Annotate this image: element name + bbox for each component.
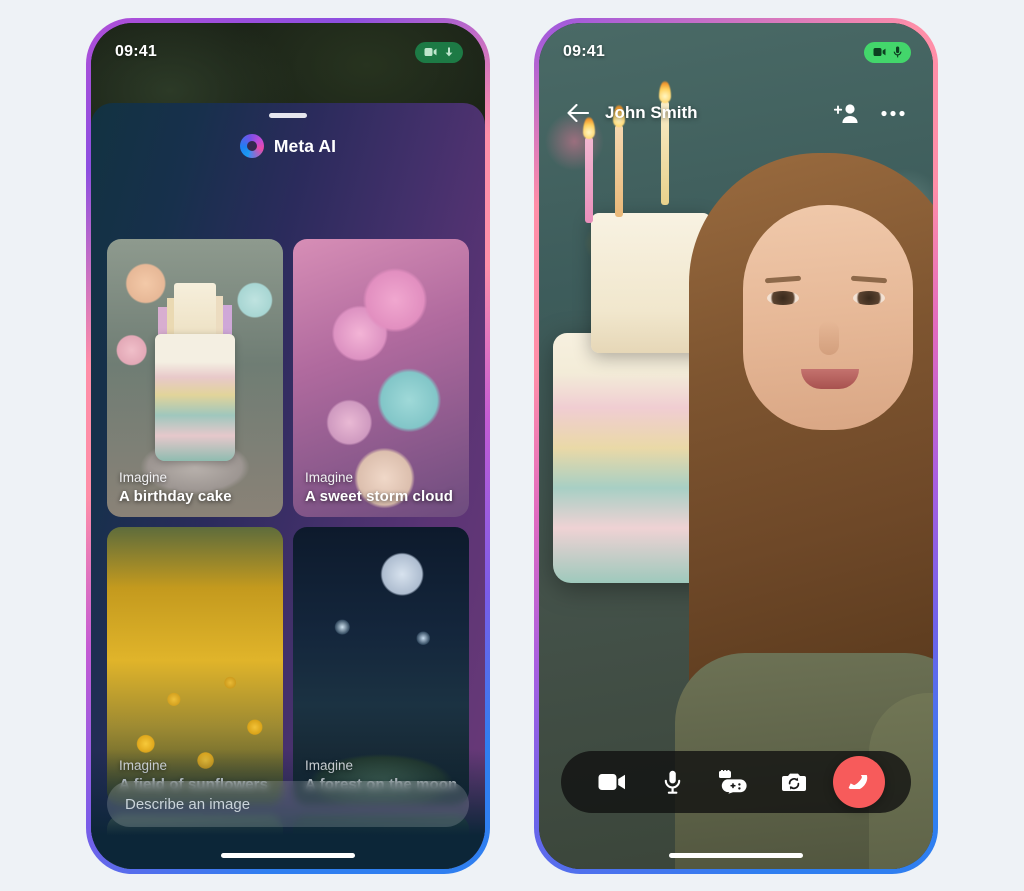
card-caption: Imagine A sweet storm cloud	[305, 469, 459, 507]
back-arrow-icon	[567, 104, 589, 122]
eyebrow-left	[764, 275, 802, 284]
effects-icon	[719, 770, 747, 794]
home-indicator[interactable]	[221, 853, 355, 858]
video-toggle-button[interactable]	[591, 761, 633, 803]
status-time: 09:41	[115, 43, 157, 60]
right-phone-frame: 09:41 John Smith	[534, 18, 938, 874]
microphone-icon	[893, 46, 902, 58]
card-title: A birthday cake	[119, 487, 232, 505]
imagine-card[interactable]: Imagine A forest on the moon	[293, 527, 469, 805]
flip-camera-button[interactable]	[773, 761, 815, 803]
camera-icon	[424, 48, 437, 56]
card-kicker: Imagine	[305, 469, 354, 485]
recording-badge[interactable]	[415, 41, 463, 63]
more-options-icon	[881, 110, 905, 116]
end-call-icon	[848, 775, 868, 789]
status-time: 09:41	[563, 43, 605, 60]
eye-left	[767, 291, 799, 305]
camera-flip-icon	[781, 773, 806, 791]
more-options-button[interactable]	[875, 95, 911, 131]
right-phone-screen: 09:41 John Smith	[539, 23, 933, 869]
download-arrow-icon	[445, 47, 453, 56]
card-kicker: Imagine	[119, 757, 168, 773]
camera-icon	[873, 48, 886, 56]
home-indicator[interactable]	[669, 853, 803, 858]
imagine-card[interactable]: Imagine A sweet storm cloud	[293, 239, 469, 517]
call-top-bar: John Smith	[539, 87, 933, 139]
effects-button[interactable]	[712, 761, 754, 803]
mouth	[801, 369, 859, 389]
back-button[interactable]	[561, 96, 595, 130]
meta-ai-logo-icon	[239, 134, 264, 158]
eye-right	[853, 291, 885, 305]
describe-image-input[interactable]: Describe an image	[107, 781, 469, 827]
card-caption: Imagine A birthday cake	[119, 469, 273, 507]
video-camera-icon	[598, 774, 625, 790]
screenshot-canvas: 09:41 Meta AI Imagine A birthday cake Im…	[0, 0, 1024, 891]
contact-name: John Smith	[605, 103, 698, 122]
eyebrow-right	[850, 275, 888, 284]
nose	[819, 321, 839, 355]
left-phone-frame: 09:41 Meta AI Imagine A birthday cake Im…	[86, 18, 490, 874]
end-call-button[interactable]	[833, 756, 885, 808]
left-status-bar: 09:41	[91, 23, 485, 81]
meta-ai-sheet: Meta AI Imagine A birthday cake Imagine	[91, 103, 485, 869]
sheet-drag-handle[interactable]	[269, 113, 307, 118]
describe-image-placeholder: Describe an image	[125, 795, 251, 813]
card-title: A sweet storm cloud	[305, 487, 454, 505]
sheet-title: Meta AI	[273, 135, 337, 156]
microphone-icon	[664, 770, 681, 794]
card-kicker: Imagine	[119, 469, 168, 485]
candle	[585, 137, 593, 223]
sheet-brand-row: Meta AI	[91, 134, 485, 158]
mic-toggle-button[interactable]	[652, 761, 694, 803]
imagine-card[interactable]: Imagine A field of sunflowers	[107, 527, 283, 805]
left-phone-screen: 09:41 Meta AI Imagine A birthday cake Im…	[91, 23, 485, 869]
right-status-bar: 09:41	[539, 23, 933, 81]
recording-badge[interactable]	[864, 41, 911, 63]
add-person-icon	[834, 104, 858, 123]
face	[743, 205, 913, 430]
add-person-button[interactable]	[829, 95, 865, 131]
call-control-bar	[561, 751, 911, 813]
imagine-card[interactable]: Imagine A birthday cake	[107, 239, 283, 517]
card-kicker: Imagine	[305, 757, 354, 773]
imagine-card-grid: Imagine A birthday cake Imagine A sweet …	[107, 239, 469, 869]
